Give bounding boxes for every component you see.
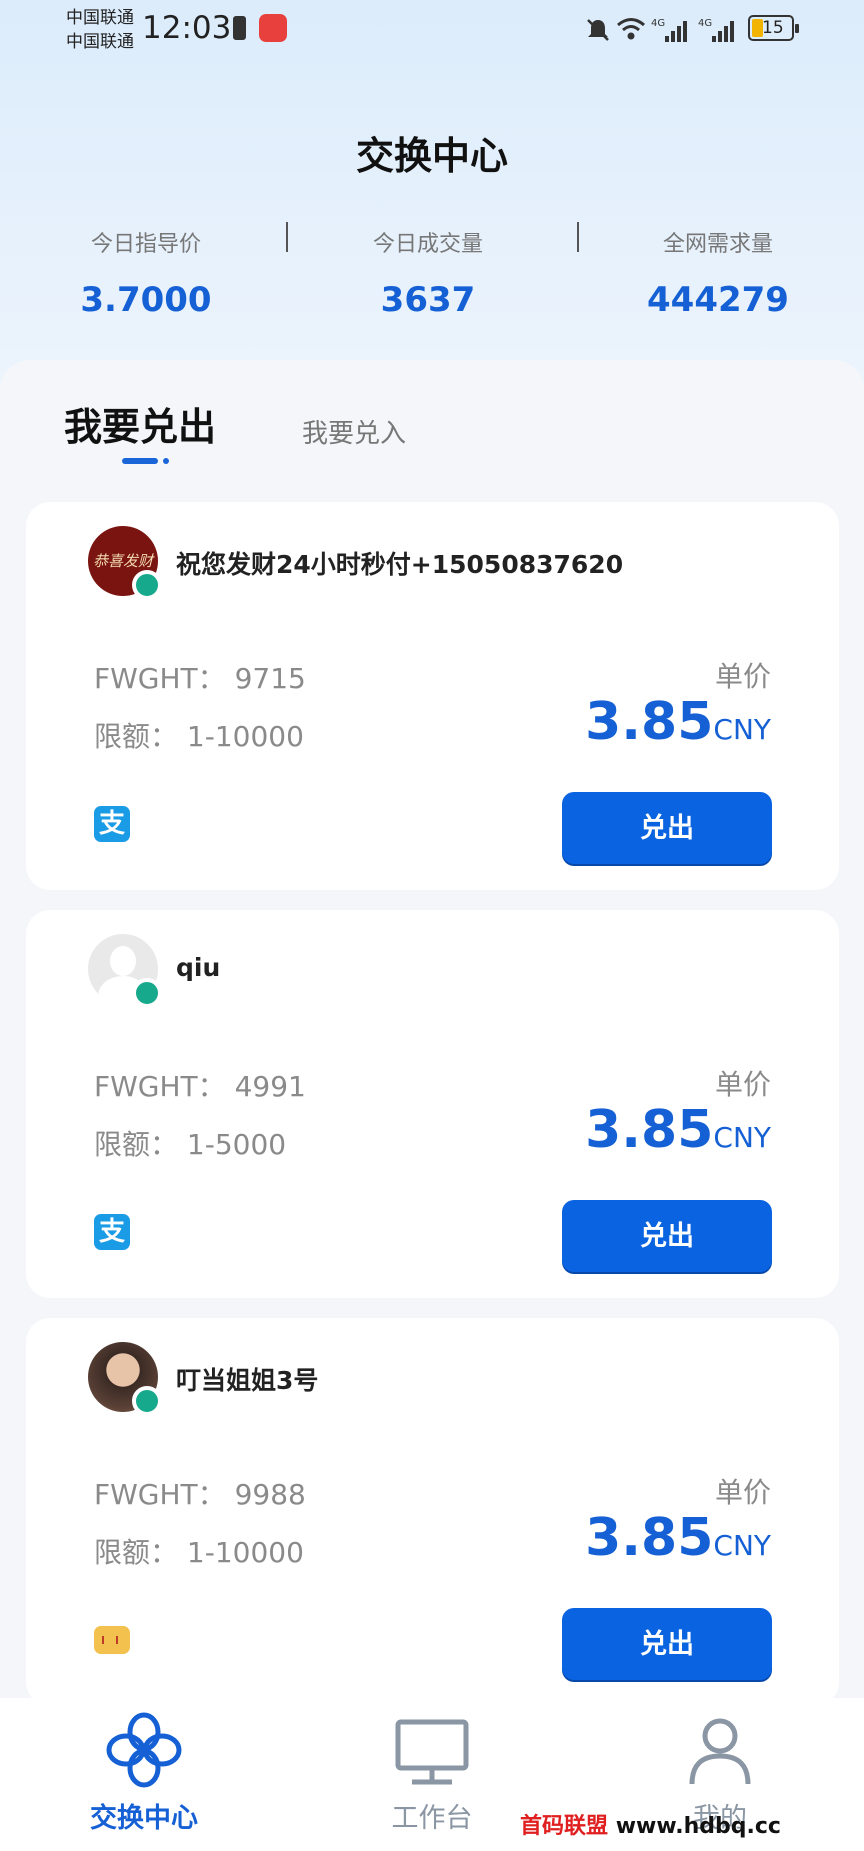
sell-out-button[interactable]: 兑出 xyxy=(562,1200,772,1272)
tab-sell-out[interactable]: 我要兑出 xyxy=(64,396,216,451)
stat-divider xyxy=(577,222,579,252)
stat-demand: 全网需求量 444279 xyxy=(638,226,798,320)
stat-guide-price: 今日指导价 3.7000 xyxy=(66,226,226,320)
unit-price: 3.85CNY xyxy=(585,1100,771,1160)
unit-price-label: 单价 xyxy=(714,660,771,693)
unit-price: 3.85CNY xyxy=(585,1508,771,1568)
limit-range: 限额： 1-10000 xyxy=(94,720,304,753)
network-type-1: 4G xyxy=(651,18,665,29)
wifi-icon xyxy=(617,18,645,40)
watermark: 首码联盟 www.hdbq.cc xyxy=(520,1814,781,1839)
carrier-2: 中国联通 xyxy=(66,32,134,52)
monitor-icon xyxy=(395,1719,469,1785)
nav-workbench[interactable]: 工作台 xyxy=(332,1698,532,1835)
online-status-dot xyxy=(132,1386,162,1416)
network-type-2: 4G xyxy=(698,18,712,29)
bank-card-icon xyxy=(94,1626,130,1654)
listing-card: qiu FWGHT： 4991 限额： 1-5000 单价 3.85CNY 支 … xyxy=(26,910,839,1298)
sell-out-button[interactable]: 兑出 xyxy=(562,1608,772,1680)
battery-saver-icon xyxy=(233,16,246,40)
sell-out-button[interactable]: 兑出 xyxy=(562,792,772,864)
stat-label: 今日成交量 xyxy=(372,232,483,257)
fwght-amount: FWGHT： 9988 xyxy=(94,1478,306,1511)
tab-indicator-dot xyxy=(163,458,169,464)
listing-card: 叮当姐姐3号 FWGHT： 9988 限额： 1-10000 单价 3.85CN… xyxy=(26,1318,839,1706)
online-status-dot xyxy=(132,570,162,600)
stat-value: 3637 xyxy=(380,280,476,320)
app-notification-icon xyxy=(259,14,287,42)
stat-label: 今日指导价 xyxy=(90,232,201,257)
signal-icon-1: 4G xyxy=(651,18,687,42)
stat-volume: 今日成交量 3637 xyxy=(348,226,508,320)
stat-label: 全网需求量 xyxy=(662,232,773,257)
unit-price: 3.85CNY xyxy=(585,692,771,752)
battery-level: 15 xyxy=(762,18,784,38)
user-icon xyxy=(689,1718,751,1785)
signal-icon-2: 4G xyxy=(698,18,734,42)
status-time: 12:03 xyxy=(142,10,232,46)
limit-range: 限额： 1-10000 xyxy=(94,1536,304,1569)
online-status-dot xyxy=(132,978,162,1008)
unit-price-label: 单价 xyxy=(714,1068,771,1101)
battery-icon: 15 xyxy=(748,15,799,41)
seller-name: 祝您发财24小时秒付+15050837620 xyxy=(176,550,624,579)
carrier-1: 中国联通 xyxy=(66,8,134,28)
stat-value: 3.7000 xyxy=(80,280,212,320)
pinwheel-icon xyxy=(106,1712,182,1788)
limit-range: 限额： 1-5000 xyxy=(94,1128,287,1161)
page-title: 交换中心 xyxy=(355,134,508,178)
carrier-labels: 中国联通 中国联通 xyxy=(66,6,134,54)
stat-value: 444279 xyxy=(647,280,789,320)
status-bar: 中国联通 中国联通 12:03 4G 4G 15 xyxy=(0,0,864,60)
alipay-icon: 支 xyxy=(94,1214,130,1250)
stat-divider xyxy=(286,222,288,252)
nav-exchange-center[interactable]: 交换中心 xyxy=(44,1698,244,1835)
seller-name: qiu xyxy=(176,953,221,982)
fwght-amount: FWGHT： 4991 xyxy=(94,1070,306,1103)
alipay-icon: 支 xyxy=(94,806,130,842)
unit-price-label: 单价 xyxy=(714,1476,771,1509)
tab-indicator xyxy=(122,458,158,464)
nav-label: 交换中心 xyxy=(90,1803,198,1834)
mute-bell-icon xyxy=(587,19,609,41)
fwght-amount: FWGHT： 9715 xyxy=(94,662,306,695)
nav-label: 工作台 xyxy=(391,1803,473,1834)
listing-card: 恭喜发财 祝您发财24小时秒付+15050837620 FWGHT： 9715 … xyxy=(26,502,839,890)
tab-buy-in[interactable]: 我要兑入 xyxy=(302,413,406,450)
seller-name: 叮当姐姐3号 xyxy=(176,1366,319,1395)
